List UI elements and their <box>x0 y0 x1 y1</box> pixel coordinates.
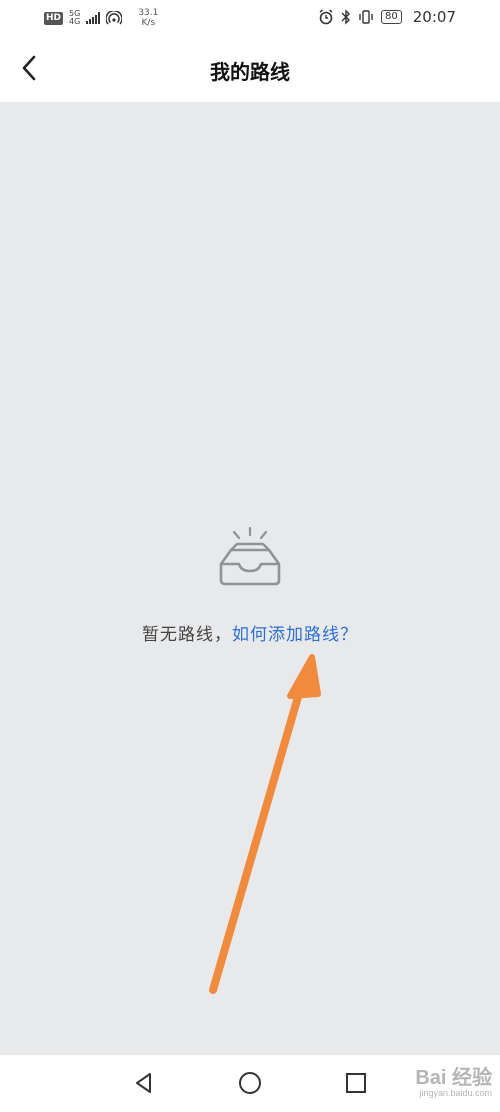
main-content: 暂无路线，如何添加路线？ <box>0 102 500 1054</box>
status-bar: HD 5G 4G 33.1 K/s 80 20:07 <box>0 0 500 36</box>
circle-home-icon[interactable] <box>236 1069 264 1097</box>
alarm-icon <box>319 9 333 25</box>
speed-value: 33.1 <box>138 8 159 18</box>
hotspot-icon <box>106 11 123 25</box>
empty-state-text: 暂无路线，如何添加路线？ <box>0 620 500 645</box>
square-recents-icon[interactable] <box>342 1069 370 1097</box>
triangle-back-icon[interactable] <box>130 1069 158 1097</box>
status-left: HD 5G 4G 33.1 K/s <box>44 8 158 28</box>
battery-indicator: 80 <box>381 10 402 24</box>
hd-badge: HD <box>44 11 64 25</box>
network-generation: 5G 4G <box>69 10 80 26</box>
status-time: 20:07 <box>412 8 456 26</box>
page-title: 我的路线 <box>210 60 290 84</box>
speed-unit: K/s <box>141 18 156 28</box>
watermark-text: Bai 经验 <box>415 1067 492 1089</box>
empty-inbox-icon <box>219 526 281 586</box>
status-right: 80 20:07 <box>318 8 456 26</box>
network-gen-secondary: 4G <box>69 17 81 26</box>
watermark-url: jingyan.baidu.com <box>419 1088 492 1098</box>
app-header: 我的路线 <box>0 36 500 102</box>
how-to-add-route-link[interactable]: 如何添加路线？ <box>232 625 358 645</box>
vibrate-icon <box>359 10 373 24</box>
empty-message: 暂无路线， <box>142 625 232 645</box>
network-speed: 33.1 K/s <box>138 8 158 28</box>
watermark: Bai 经验 jingyan.baidu.com <box>415 1061 492 1098</box>
bluetooth-icon <box>341 9 351 25</box>
signal-icon <box>86 12 101 24</box>
